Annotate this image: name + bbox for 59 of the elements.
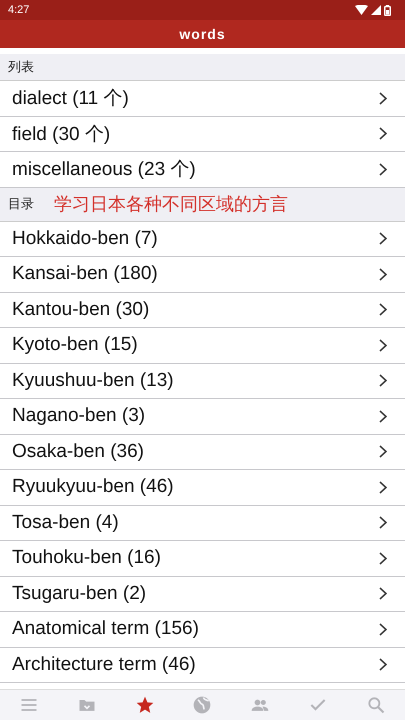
list-item[interactable]: Tosa-ben (4) [0, 506, 405, 541]
wifi-icon [355, 5, 368, 15]
chevron-icon [379, 127, 387, 140]
section-title: 目录 [8, 195, 34, 213]
item-label: Tsugaru-ben (2) [12, 582, 146, 605]
section-title: 列表 [8, 58, 34, 76]
item-label: Kantou-ben (30) [12, 298, 150, 321]
list-item[interactable]: Touhoku-ben (16) [0, 541, 405, 576]
chevron-icon [379, 622, 387, 636]
item-label: Ryuukyuu-ben (46) [12, 476, 174, 498]
chevron-icon [379, 338, 387, 352]
chevron-icon [379, 658, 387, 672]
item-label: Kyuushuu-ben (13) [12, 370, 174, 392]
search-icon [366, 695, 386, 715]
chevron-icon [379, 92, 387, 105]
list-item[interactable]: Tsugaru-ben (2) [0, 576, 405, 612]
list-item[interactable]: Hokkaido-ben (7) [0, 222, 405, 257]
item-label: Osaka-ben (36) [12, 440, 144, 463]
list-item[interactable]: Kantou-ben (30) [0, 292, 405, 328]
chevron-icon [379, 445, 387, 458]
star-icon [134, 695, 155, 715]
item-label: Tosa-ben (4) [12, 512, 119, 534]
item-label: Touhoku-ben (16) [12, 547, 161, 570]
item-label: Hokkaido-ben (7) [12, 228, 158, 250]
chevron-icon [379, 552, 387, 565]
chevron-icon [379, 480, 387, 494]
section-subtitle: 学习日本各种不同区域的方言 [54, 193, 288, 216]
item-label: Architecture term (46) [12, 654, 196, 676]
item-label: Anatomical term (156) [12, 618, 199, 640]
list-item[interactable]: Kyoto-ben (15) [0, 328, 405, 364]
chevron-icon [379, 232, 387, 246]
chevron-icon [379, 303, 387, 316]
list-item[interactable]: Osaka-ben (36) [0, 434, 405, 470]
list-item[interactable]: Kyuushuu-ben (13) [0, 364, 405, 399]
list-item[interactable]: Kansai-ben (180) [0, 257, 405, 292]
tab-button[interactable] [134, 695, 155, 715]
chevron-icon [379, 587, 387, 600]
list-item[interactable]: Nagano-ben (3) [0, 399, 405, 434]
chevron-icon [379, 162, 387, 176]
screen-title: words [179, 26, 226, 42]
item-label: Kansai-ben (180) [12, 263, 158, 286]
list-item[interactable]: Architecture term (46) [0, 648, 405, 683]
list-item[interactable]: dialect (11 个) [0, 81, 405, 116]
list-item[interactable]: Anatomical term (156) [0, 612, 405, 648]
battery-icon [384, 4, 391, 16]
item-label: Kyoto-ben (15) [12, 334, 138, 356]
list-item[interactable]: Ryuukyuu-ben (46) [0, 470, 405, 506]
list-item[interactable]: field (30 个) [0, 116, 405, 152]
status-time: 4:27 [8, 4, 30, 16]
item-label: miscellaneous (23 个) [12, 158, 196, 182]
chevron-icon [379, 268, 387, 281]
globe-icon [192, 695, 212, 715]
signal-icon [371, 5, 381, 15]
item-label: field (30 个) [12, 122, 110, 147]
item-label: dialect (11 个) [12, 87, 129, 112]
item-label: Nagano-ben (3) [12, 405, 146, 428]
chevron-icon [379, 410, 387, 423]
chevron-icon [379, 516, 387, 530]
chevron-icon [379, 374, 387, 388]
